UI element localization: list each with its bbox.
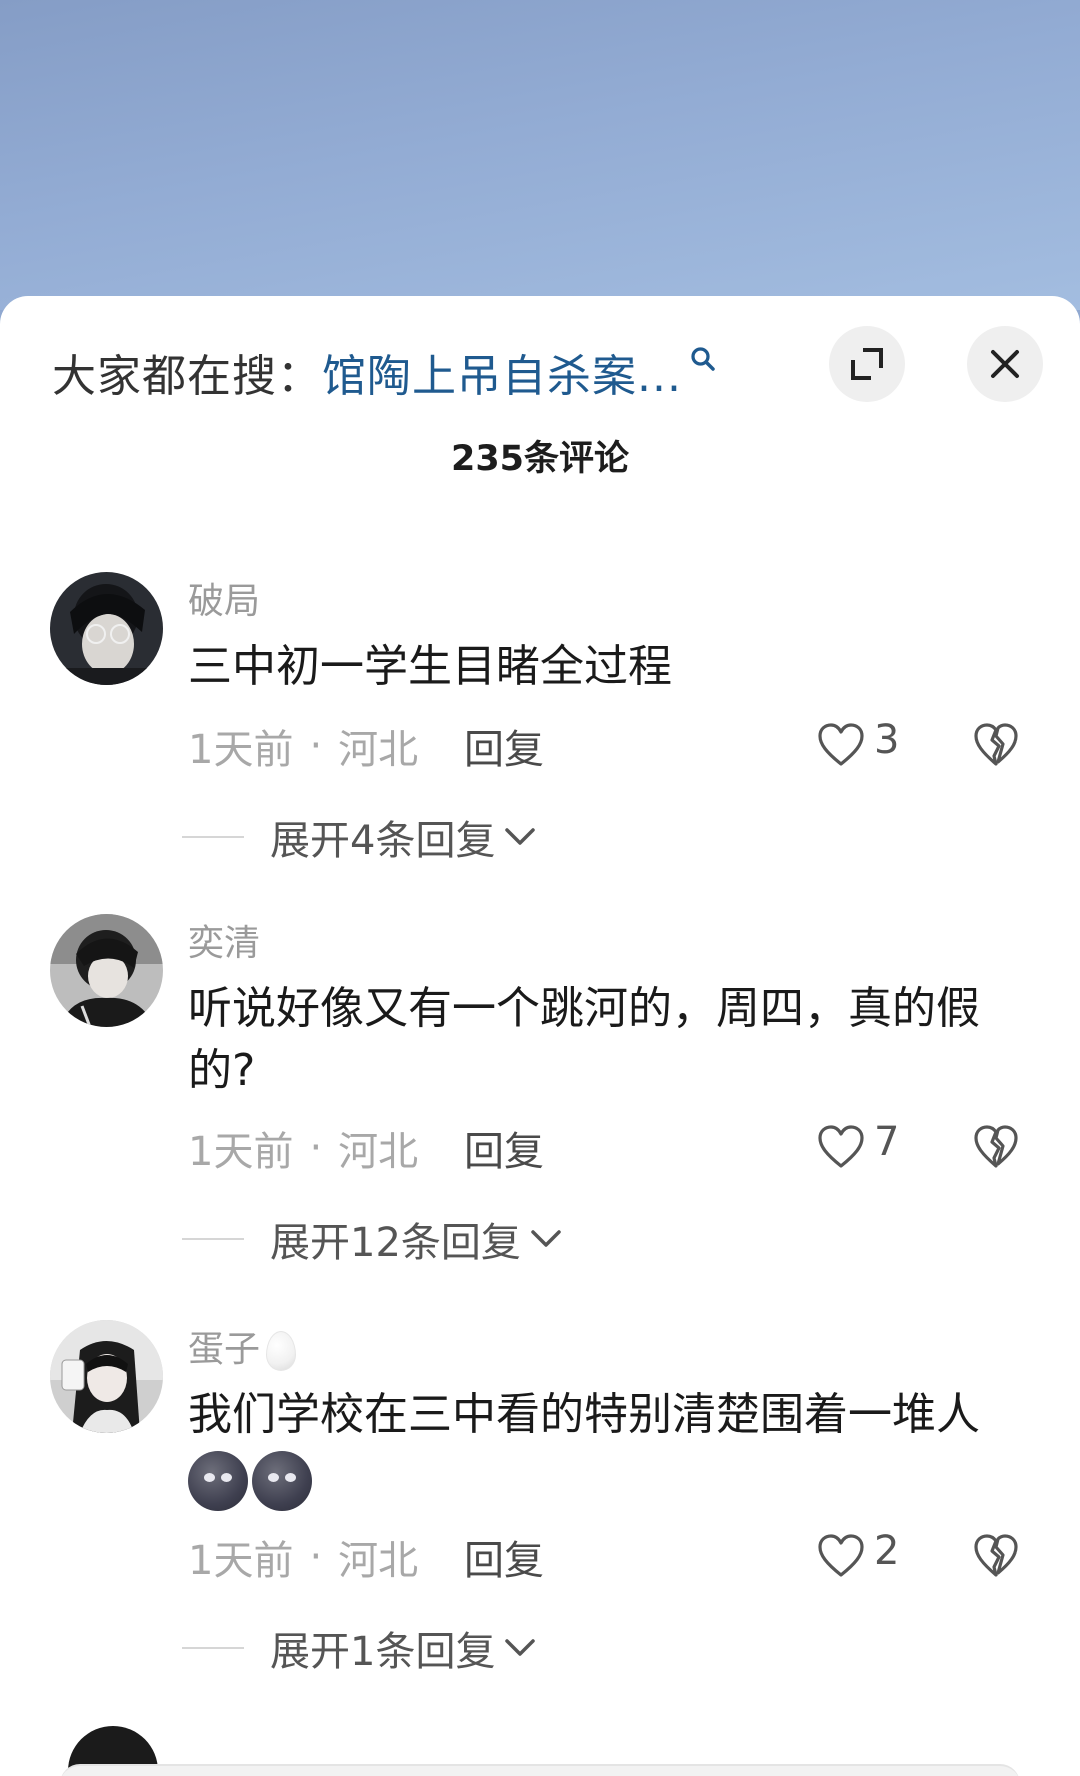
chevron-down-icon bbox=[505, 1639, 536, 1656]
comment-input-bar[interactable] bbox=[60, 1764, 1020, 1776]
expand-icon bbox=[851, 348, 883, 380]
comment-count-title: 235条评论 bbox=[450, 439, 630, 479]
chevron-down-icon bbox=[531, 1230, 561, 1247]
like-count: 7 bbox=[874, 1119, 900, 1165]
comment-username-text: 蛋子 bbox=[188, 1329, 261, 1370]
comment-text: 我们学校在三中看的特别清楚围着一堆人 bbox=[188, 1384, 1028, 1511]
comment-time: 1天前 bbox=[188, 727, 294, 773]
meta-separator: · bbox=[309, 723, 323, 769]
chevron-down-icon bbox=[505, 828, 536, 845]
comment-username[interactable]: 蛋子 bbox=[188, 1320, 297, 1372]
expand-replies-label: 展开1条回复 bbox=[270, 1629, 496, 1675]
comment-location: 河北 bbox=[338, 727, 419, 773]
egg-icon bbox=[266, 1331, 297, 1371]
comment-meta: 1天前 · 河北 bbox=[188, 1119, 418, 1177]
video-background bbox=[0, 0, 1080, 310]
comment-meta: 1天前 · 河北 bbox=[188, 1528, 418, 1586]
new-moon-face-icon bbox=[188, 1451, 248, 1511]
close-icon bbox=[991, 350, 1019, 378]
reply-button[interactable]: 回复 bbox=[464, 1119, 544, 1177]
close-button[interactable] bbox=[967, 326, 1043, 402]
comment-time: 1天前 bbox=[188, 1538, 294, 1584]
new-moon-face-icon bbox=[252, 1451, 312, 1511]
broken-heart-icon[interactable] bbox=[972, 1533, 1020, 1579]
reply-button[interactable]: 回复 bbox=[464, 717, 544, 775]
divider bbox=[182, 1647, 244, 1649]
expand-replies[interactable]: 展开4条回复 bbox=[182, 808, 537, 866]
like-count: 3 bbox=[874, 717, 900, 763]
comment-location: 河北 bbox=[338, 1129, 419, 1175]
heart-icon[interactable] bbox=[816, 1533, 866, 1579]
divider bbox=[182, 1238, 244, 1240]
comment-location: 河北 bbox=[338, 1538, 419, 1584]
search-suggestion-term[interactable]: 馆陶上吊自杀案... bbox=[322, 340, 682, 404]
divider bbox=[182, 836, 244, 838]
comment-username[interactable]: 奕清 bbox=[188, 914, 260, 966]
broken-heart-icon[interactable] bbox=[972, 722, 1020, 768]
comments-sheet: 大家都在搜： 馆陶上吊自杀案... 235条评论 破局 三中初一学生目睹全过程 … bbox=[0, 296, 1080, 1776]
comment-time: 1天前 bbox=[188, 1129, 294, 1175]
comment-text-body: 我们学校在三中看的特别清楚围着一堆人 bbox=[188, 1389, 980, 1440]
heart-icon[interactable] bbox=[816, 1124, 866, 1170]
reply-button[interactable]: 回复 bbox=[464, 1528, 544, 1586]
broken-heart-icon[interactable] bbox=[972, 1124, 1020, 1170]
comment-username[interactable]: 破局 bbox=[188, 572, 260, 624]
meta-separator: · bbox=[309, 1534, 323, 1580]
like-count: 2 bbox=[874, 1528, 900, 1574]
avatar[interactable] bbox=[50, 572, 163, 685]
meta-separator: · bbox=[309, 1125, 323, 1171]
comment-text: 听说好像又有一个跳河的，周四，真的假的? bbox=[188, 983, 980, 1096]
search-suggestion-prefix: 大家都在搜： bbox=[52, 351, 322, 402]
comment-text: 三中初一学生目睹全过程 bbox=[188, 641, 672, 692]
expand-button[interactable] bbox=[829, 326, 905, 402]
comment-meta: 1天前 · 河北 bbox=[188, 717, 418, 775]
search-suggestion[interactable]: 大家都在搜： 馆陶上吊自杀案... bbox=[52, 336, 718, 408]
search-icon bbox=[691, 347, 715, 371]
expand-replies-label: 展开4条回复 bbox=[270, 818, 496, 864]
expand-replies[interactable]: 展开1条回复 bbox=[182, 1619, 537, 1677]
heart-icon[interactable] bbox=[816, 722, 866, 768]
avatar[interactable] bbox=[50, 914, 163, 1027]
expand-replies-label: 展开12条回复 bbox=[270, 1220, 521, 1266]
avatar[interactable] bbox=[50, 1320, 163, 1433]
emoji-row bbox=[188, 1448, 1028, 1511]
expand-replies[interactable]: 展开12条回复 bbox=[182, 1210, 563, 1268]
